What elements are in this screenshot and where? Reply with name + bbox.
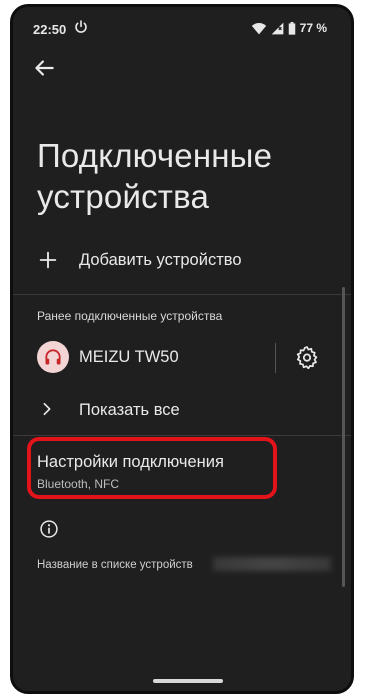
add-device-button[interactable]: Добавить устройство — [13, 239, 351, 283]
show-all-label: Показать все — [79, 401, 180, 419]
chevron-right-icon — [43, 402, 51, 416]
status-right: 77 % — [251, 21, 327, 35]
plus-icon — [39, 251, 57, 269]
divider — [13, 435, 351, 436]
battery-icon — [288, 21, 295, 35]
home-indicator[interactable] — [153, 679, 223, 683]
section-header-previous: Ранее подключенные устройства — [37, 309, 223, 323]
wifi-icon — [251, 22, 266, 34]
phone-screen: 22:50 77 % Подключенные устройства Добав… — [10, 4, 354, 694]
blurred-device-name — [213, 557, 331, 571]
page-title: Подключенные устройства — [37, 137, 273, 215]
scrollbar[interactable] — [342, 287, 345, 587]
show-all-button[interactable]: Показать все — [13, 389, 351, 433]
status-bar: 22:50 77 % — [13, 7, 351, 47]
highlight-box — [27, 437, 277, 499]
vertical-divider — [275, 343, 276, 373]
gear-icon[interactable] — [295, 345, 319, 369]
headphones-icon — [45, 349, 61, 365]
avatar — [37, 341, 69, 373]
list-item-device[interactable]: MEIZU TW50 — [13, 337, 351, 387]
device-name-label: Название в списке устройств — [37, 559, 193, 571]
add-device-label: Добавить устройство — [79, 251, 242, 269]
status-time: 22:50 — [33, 22, 67, 37]
battery-percent: 77 % — [299, 21, 327, 35]
signal-icon — [271, 22, 283, 34]
divider — [13, 294, 351, 295]
power-icon — [75, 20, 87, 33]
back-arrow-icon[interactable] — [31, 55, 57, 81]
device-name: MEIZU TW50 — [79, 348, 179, 366]
info-icon — [40, 520, 58, 538]
